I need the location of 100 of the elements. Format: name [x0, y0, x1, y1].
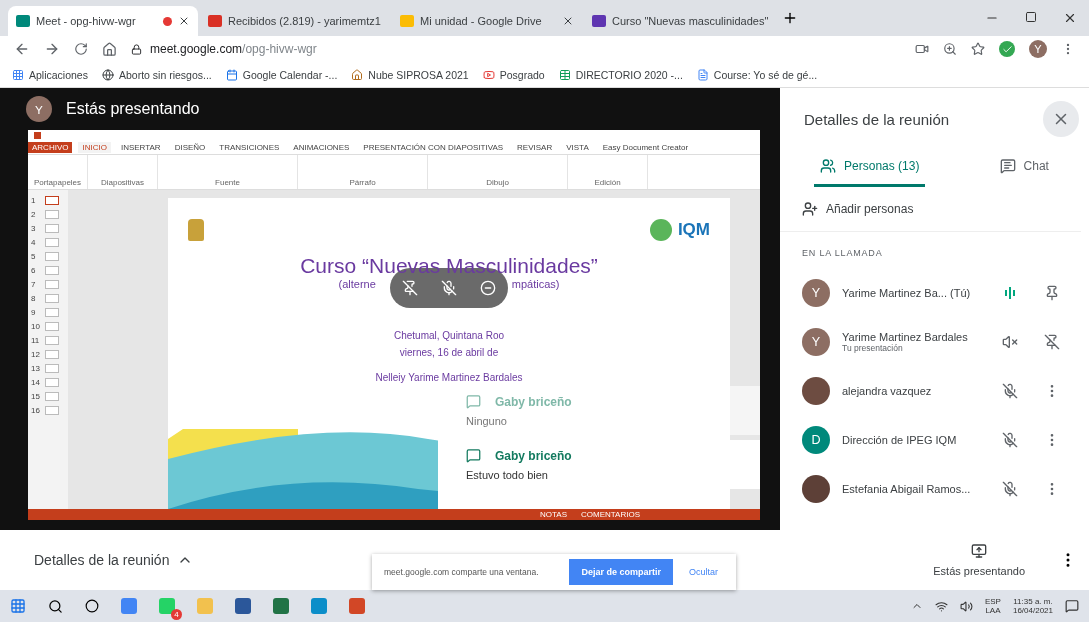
- profile-avatar[interactable]: Y: [1029, 40, 1047, 58]
- reload-icon[interactable]: [74, 42, 88, 56]
- participant-name: alejandra vazquez: [842, 384, 933, 397]
- slide-thumbnail[interactable]: [45, 237, 59, 247]
- slide-thumbnail[interactable]: [45, 265, 59, 275]
- slide-thumbnail[interactable]: [45, 195, 59, 205]
- slide-number: 7: [31, 279, 37, 289]
- close-window-icon[interactable]: [1063, 11, 1077, 25]
- tab-favicon-icon: [592, 15, 606, 27]
- mic-off-icon[interactable]: [1002, 431, 1018, 448]
- home-icon[interactable]: [102, 41, 117, 57]
- bookmark-link[interactable]: DIRECTORIO 2020 -...: [558, 68, 683, 81]
- mic-off-icon[interactable]: [1002, 382, 1018, 399]
- ribbon-tab[interactable]: INICIO: [78, 141, 111, 153]
- user-avatar: Y: [802, 327, 830, 356]
- close-button[interactable]: [1043, 101, 1079, 137]
- slide-thumbnail[interactable]: [45, 391, 59, 401]
- new-tab-icon[interactable]: [782, 10, 798, 26]
- tab-title: Curso "Nuevas masculinidades": [612, 15, 769, 27]
- people-icon: [820, 158, 837, 174]
- browser-tab[interactable]: Recibidos (2.819) - yarimemtz1: [200, 6, 390, 36]
- sound-off-icon[interactable]: [1002, 333, 1018, 350]
- restore-icon[interactable]: [1025, 11, 1037, 23]
- ribbon-tab[interactable]: PRESENTACIÓN CON DIAPOSITIVAS: [359, 141, 508, 153]
- ribbon-tab[interactable]: Easy Document Creator: [598, 141, 693, 153]
- camera-icon[interactable]: [915, 42, 929, 56]
- browser-tab[interactable]: Mi unidad - Google Drive: [392, 6, 582, 36]
- status-item[interactable]: COMENTARIOS: [581, 510, 640, 519]
- slide-thumbnail[interactable]: [45, 209, 59, 219]
- slide-thumbnail[interactable]: [45, 321, 59, 331]
- url-text[interactable]: meet.google.com/opg-hivw-wgr: [150, 42, 317, 56]
- tab-title: Mi unidad - Google Drive: [420, 15, 543, 27]
- star-icon[interactable]: [971, 42, 985, 56]
- house-icon: [351, 68, 364, 81]
- status-item[interactable]: NOTAS: [540, 510, 568, 519]
- notification-sender: Gaby briceño: [466, 448, 746, 463]
- ribbon-tab[interactable]: TRANSICIONES: [215, 141, 284, 153]
- ribbon-tab[interactable]: DISEÑO: [170, 141, 210, 153]
- add-person-icon: [802, 201, 818, 217]
- start-icon[interactable]: [10, 598, 26, 614]
- bookmark-link[interactable]: Nube SIPROSA 2021: [351, 68, 469, 81]
- slide-number: 3: [31, 223, 37, 233]
- volume-icon[interactable]: [959, 599, 973, 613]
- ribbon-tab[interactable]: REVISAR: [513, 141, 557, 153]
- slide-text: Nelleiy Yarime Martinez Bardales: [375, 372, 523, 383]
- slide-title: Curso “Nuevas Masculinidades”: [300, 254, 598, 278]
- chat-icon: [466, 448, 481, 463]
- ribbon-tab[interactable]: ANIMACIONES: [289, 141, 354, 153]
- slide-number: 4: [31, 237, 37, 247]
- slide-thumbnail[interactable]: [45, 293, 59, 303]
- slide-number: 12: [31, 349, 41, 359]
- panel-tab[interactable]: Personas (13): [814, 150, 926, 187]
- slide-thumbnail[interactable]: [45, 307, 59, 317]
- slide-thumbnail[interactable]: [45, 335, 59, 345]
- browser-tab[interactable]: Meet - opg-hivw-wgr: [8, 6, 198, 36]
- panel-tab[interactable]: Chat: [993, 150, 1055, 187]
- notifications-icon[interactable]: [1065, 599, 1079, 613]
- bookmark-link[interactable]: Google Calendar -...: [225, 68, 338, 81]
- network-icon[interactable]: [934, 599, 948, 613]
- pin-off-icon[interactable]: [1044, 333, 1060, 350]
- slide-thumbnail[interactable]: [45, 279, 59, 289]
- presenting-button[interactable]: Estás presentando: [927, 542, 1031, 578]
- slide-thumbnail[interactable]: [45, 377, 59, 387]
- browser-tab[interactable]: Curso "Nuevas masculinidades": [584, 6, 774, 36]
- remove-icon[interactable]: [480, 280, 497, 296]
- ribbon-tab[interactable]: ARCHIVO: [28, 141, 73, 153]
- slide-thumbnail[interactable]: [45, 223, 59, 233]
- slide-thumbnail[interactable]: [45, 363, 59, 373]
- close-tab-icon[interactable]: [178, 15, 190, 27]
- bookmark-link[interactable]: Aborto sin riesgos...: [101, 68, 212, 81]
- notification-sender: Gaby briceño: [466, 394, 746, 409]
- stop-sharing-button[interactable]: Dejar de compartir: [569, 559, 673, 585]
- meeting-details-button[interactable]: Detalles de la reunión: [28, 551, 200, 569]
- slide-number: 14: [31, 377, 41, 387]
- zoom-icon[interactable]: [943, 42, 957, 56]
- clock[interactable]: 11:35 a. m. 16/04/2021: [1012, 597, 1053, 615]
- ribbon-group-label: Párrafo: [298, 155, 428, 189]
- ribbon-tab[interactable]: INSERTAR: [116, 141, 165, 153]
- forward-icon[interactable]: [44, 41, 60, 57]
- pin-icon[interactable]: [1044, 284, 1060, 301]
- slide-thumbnail[interactable]: [45, 349, 59, 359]
- back-icon[interactable]: [14, 41, 30, 57]
- close-tab-icon[interactable]: [562, 15, 574, 27]
- slide-number: 10: [31, 321, 41, 331]
- language-indicator[interactable]: ESP LAA: [984, 597, 1001, 615]
- task-view-icon[interactable]: [85, 599, 99, 613]
- hide-button[interactable]: Ocultar: [683, 566, 724, 578]
- bookmark-link[interactable]: Aplicaciones: [12, 68, 88, 81]
- search-icon[interactable]: [48, 598, 63, 614]
- notification-badge: 4: [171, 609, 182, 620]
- bookmark-link[interactable]: Posgrado: [482, 68, 545, 81]
- bookmark-link[interactable]: Course: Yo sé de gé...: [696, 68, 818, 81]
- check-extension-icon[interactable]: [999, 41, 1015, 57]
- slide-number: 13: [31, 363, 41, 373]
- mic-off-icon[interactable]: [1002, 480, 1018, 497]
- ribbon-group-label: Portapapeles: [28, 155, 88, 189]
- slide-thumbnail[interactable]: [45, 251, 59, 261]
- add-people-button[interactable]: Añadir personas: [780, 187, 1081, 232]
- slide-thumbnail[interactable]: [45, 405, 59, 415]
- ribbon-tab[interactable]: VISTA: [562, 141, 593, 153]
